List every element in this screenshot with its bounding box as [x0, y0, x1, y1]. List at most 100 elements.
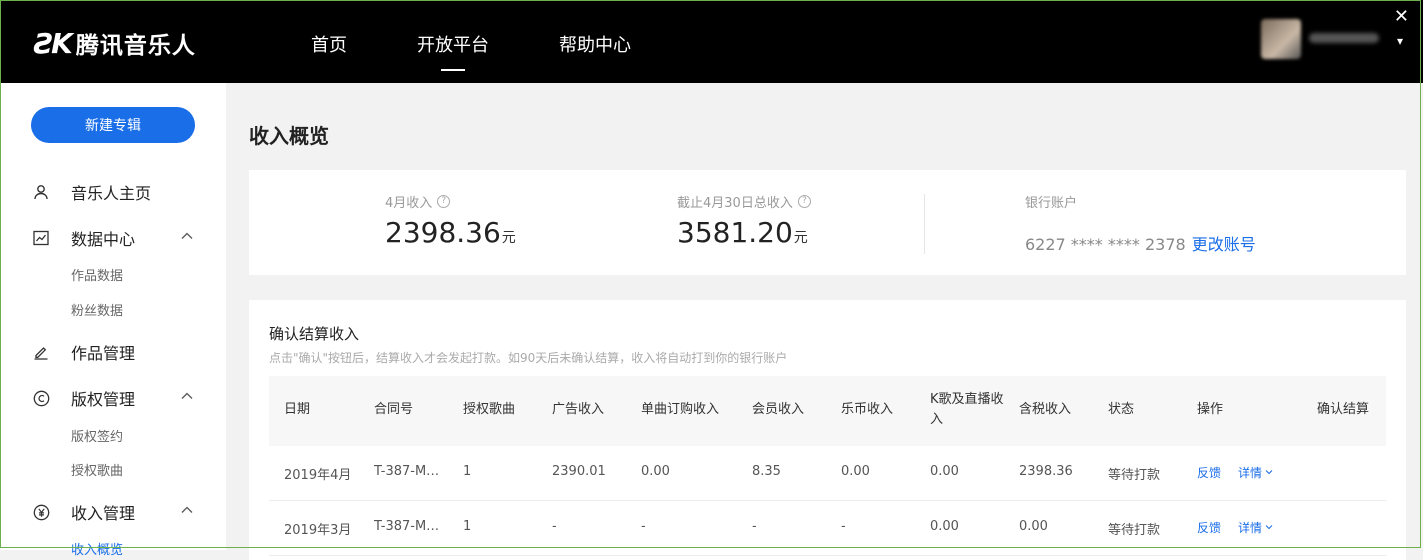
cell-taxed-income: 2398.36	[1019, 464, 1073, 479]
cell-coin-income: -	[841, 519, 846, 534]
income-table: 日期 合同号 授权歌曲 广告收入 单曲订购收入 会员收入 乐币收入 K歌及直播收…	[269, 376, 1386, 556]
sidebar-item-income-management[interactable]: 收入管理	[32, 500, 196, 524]
col-karaoke-live-income: K歌及直播收入	[930, 392, 1004, 427]
cell-ad-income: -	[552, 519, 557, 534]
col-contract: 合同号	[374, 402, 414, 417]
table-row: 2019年3月 T-387-M… 1 - - - - 0.00 0.00 等待打…	[269, 501, 1386, 556]
chevron-down-icon[interactable]: ▾	[1397, 34, 1403, 48]
sidebar-sub-fans-data[interactable]: 粉丝数据	[71, 300, 123, 319]
col-actions: 操作	[1197, 402, 1224, 417]
cell-karaoke-live-income: 0.00	[930, 464, 959, 479]
sidebar: 新建专辑 音乐人主页 数据中心 作品数据 粉丝数据 作品管理 版权管理 版权签约…	[0, 83, 226, 558]
chevron-down-icon	[1265, 525, 1273, 530]
settlement-card: 确认结算收入 点击"确认"按钮后，结算收入才会发起打款。如90天后未确认结算，收…	[249, 300, 1406, 560]
user-icon	[32, 183, 50, 201]
col-confirm-settlement: 确认结算	[1317, 402, 1370, 417]
stat-label-text: 截止4月30日总收入	[677, 196, 793, 211]
nav-help-center[interactable]: 帮助中心	[559, 31, 631, 57]
new-album-button[interactable]: 新建专辑	[31, 107, 195, 143]
details-link[interactable]: 详情	[1238, 464, 1274, 481]
user-menu[interactable]: ▾	[1253, 16, 1403, 60]
cell-karaoke-live-income: 0.00	[930, 519, 959, 534]
change-account-link[interactable]: 更改账号	[1192, 235, 1256, 254]
details-link[interactable]: 详情	[1238, 519, 1274, 536]
cell-member-income: -	[752, 519, 757, 534]
sidebar-item-copyright-management[interactable]: 版权管理	[32, 386, 196, 410]
sidebar-sub-licensed-songs[interactable]: 授权歌曲	[71, 460, 123, 479]
logo-text: 腾讯音乐人	[75, 33, 196, 59]
bank-account-label: 银行账户	[1025, 196, 1078, 211]
yen-icon	[32, 503, 50, 521]
cell-ad-income: 2390.01	[552, 464, 606, 479]
cell-status: 等待打款	[1108, 468, 1161, 483]
col-taxed-income: 含税收入	[1019, 402, 1072, 417]
col-coin-income: 乐币收入	[841, 402, 894, 417]
bank-account: 6227 **** **** 2378 更改账号	[1025, 231, 1256, 255]
col-single-order-income: 单曲订购收入	[641, 402, 720, 417]
table-row: 2019年4月 T-387-M… 1 2390.01 0.00 8.35 0.0…	[269, 446, 1386, 501]
stat-number: 3581.20	[677, 216, 793, 249]
details-link-label: 详情	[1238, 466, 1263, 480]
details-link-label: 详情	[1238, 521, 1263, 535]
page-title: 收入概览	[249, 124, 329, 148]
chevron-up-icon[interactable]	[180, 502, 194, 521]
sidebar-item-label: 作品管理	[71, 344, 136, 363]
col-status: 状态	[1108, 402, 1135, 417]
sidebar-item-label: 音乐人主页	[71, 184, 152, 203]
chevron-up-icon[interactable]	[180, 228, 194, 247]
col-ad-income: 广告收入	[552, 402, 605, 417]
table-header: 日期 合同号 授权歌曲 广告收入 单曲订购收入 会员收入 乐币收入 K歌及直播收…	[269, 376, 1386, 446]
cell-single-order-income: 0.00	[641, 464, 670, 479]
stat-label-month-income: 4月收入 ?	[385, 192, 451, 211]
stat-value-month-income: 2398.36元	[385, 216, 516, 249]
sidebar-sub-works-data[interactable]: 作品数据	[71, 265, 123, 284]
sidebar-item-works-management[interactable]: 作品管理	[32, 340, 196, 364]
divider	[924, 194, 925, 254]
help-icon[interactable]: ?	[797, 195, 811, 208]
cell-songs: 1	[463, 464, 472, 479]
sidebar-item-artist-home[interactable]: 音乐人主页	[32, 180, 196, 204]
avatar[interactable]	[1261, 19, 1301, 59]
sidebar-item-label: 数据中心	[71, 230, 136, 249]
sidebar-item-data-center[interactable]: 数据中心	[32, 226, 196, 250]
stat-label-text: 4月收入	[385, 196, 433, 211]
chart-icon	[32, 229, 50, 247]
close-icon[interactable]: ✕	[1394, 8, 1409, 26]
top-nav-bar: ƧK 腾讯音乐人 首页 开放平台 帮助中心 ▾ ✕	[0, 0, 1423, 83]
col-member-income: 会员收入	[752, 402, 805, 417]
cell-status: 等待打款	[1108, 523, 1161, 538]
logo-mark: ƧK	[34, 26, 73, 60]
sidebar-sub-income-overview[interactable]: 收入概览	[71, 539, 123, 558]
stat-value-total-income: 3581.20元	[677, 216, 808, 249]
stat-unit: 元	[501, 230, 516, 246]
stat-unit: 元	[793, 230, 808, 246]
chevron-up-icon[interactable]	[180, 388, 194, 407]
sidebar-sub-copyright-signing[interactable]: 版权签约	[71, 426, 123, 445]
username-blurred	[1309, 33, 1379, 43]
col-date: 日期	[284, 402, 311, 417]
feedback-link[interactable]: 反馈	[1197, 464, 1221, 481]
bank-account-number: 6227 **** **** 2378	[1025, 235, 1186, 254]
cell-member-income: 8.35	[752, 464, 781, 479]
sidebar-item-label: 版权管理	[71, 390, 136, 409]
chevron-down-icon	[1265, 470, 1273, 475]
cell-coin-income: 0.00	[841, 464, 870, 479]
logo[interactable]: ƧK 腾讯音乐人	[34, 26, 196, 60]
cell-date: 2019年3月	[284, 523, 352, 538]
nav-open-platform[interactable]: 开放平台	[417, 31, 489, 71]
nav-home[interactable]: 首页	[311, 31, 347, 57]
feedback-link[interactable]: 反馈	[1197, 519, 1221, 536]
col-songs: 授权歌曲	[463, 402, 516, 417]
copyright-icon	[32, 389, 50, 407]
cell-contract: T-387-M…	[374, 464, 440, 479]
stat-label-total-income: 截止4月30日总收入 ?	[677, 192, 811, 211]
section-description: 点击"确认"按钮后，结算收入才会发起打款。如90天后未确认结算，收入将自动打到你…	[269, 351, 788, 365]
cell-contract: T-387-M…	[374, 519, 440, 534]
sidebar-item-label: 收入管理	[71, 504, 136, 523]
stat-number: 2398.36	[385, 216, 501, 249]
cell-date: 2019年4月	[284, 468, 352, 483]
income-summary-card: 4月收入 ? 2398.36元 截止4月30日总收入 ? 3581.20元 银行…	[249, 170, 1406, 275]
help-icon[interactable]: ?	[437, 195, 451, 208]
cell-taxed-income: 0.00	[1019, 519, 1048, 534]
cell-single-order-income: -	[641, 519, 646, 534]
